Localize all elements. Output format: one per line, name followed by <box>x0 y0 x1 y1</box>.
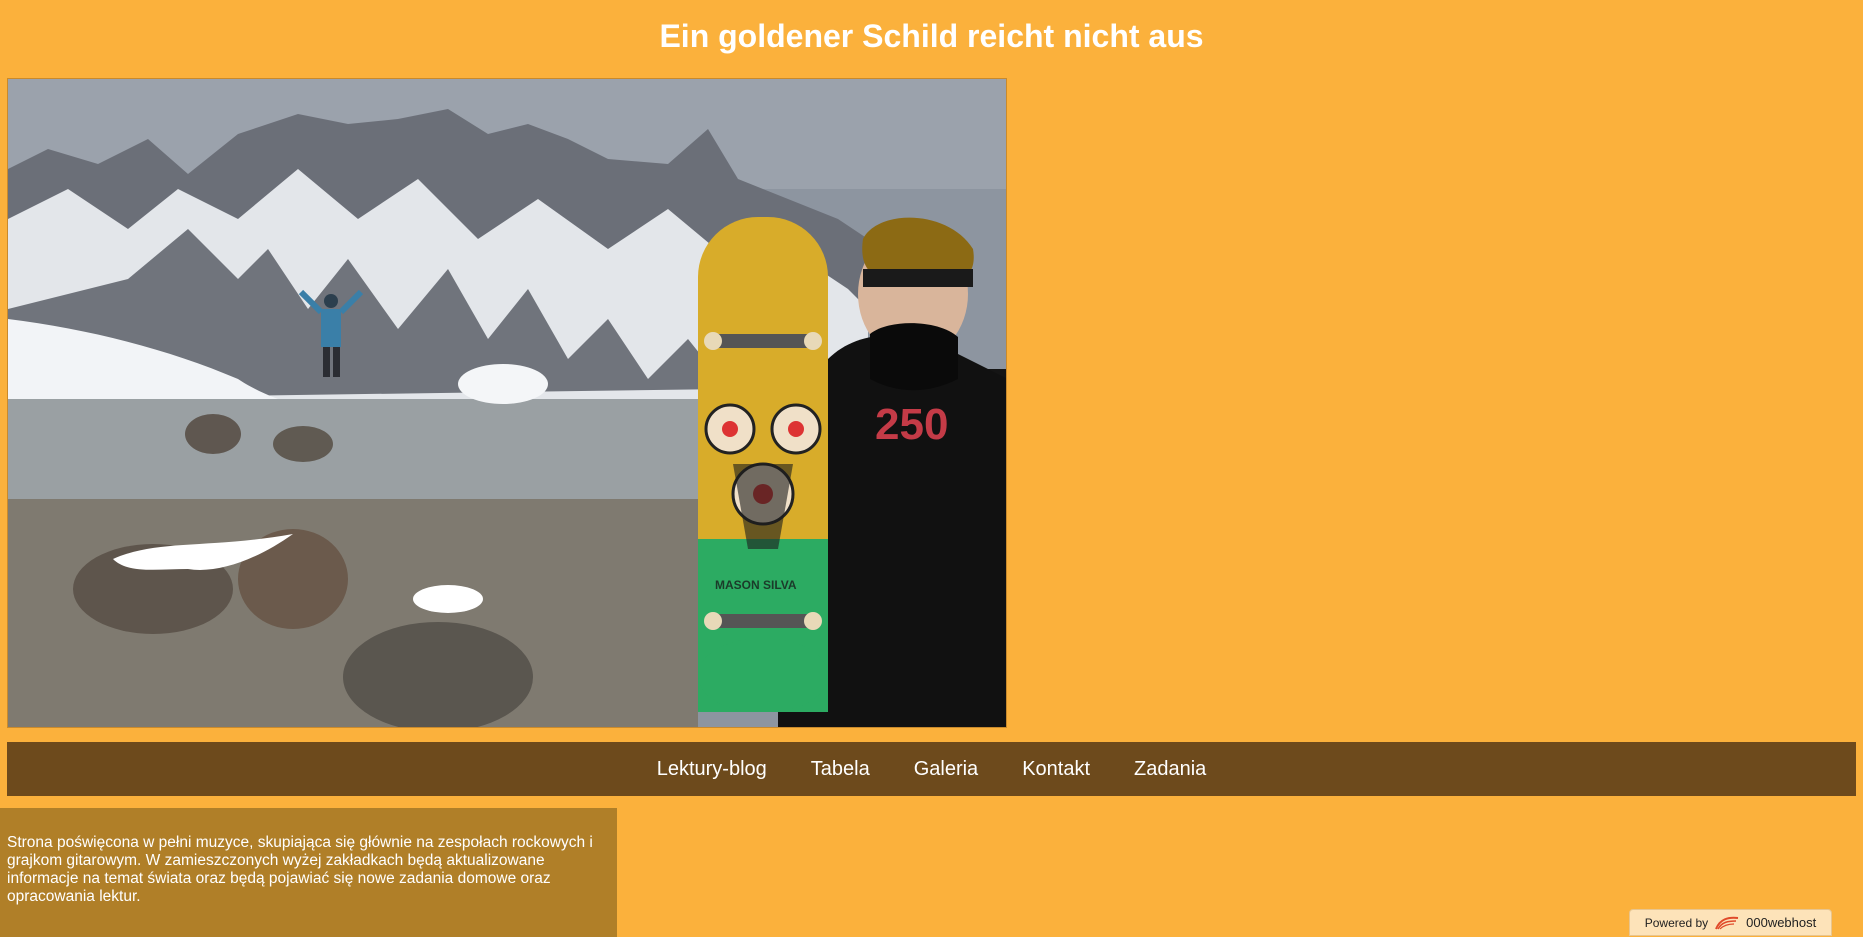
nav-link-tabela[interactable]: Tabela <box>789 742 892 796</box>
page-title: Ein goldener Schild reicht nicht aus <box>659 18 1204 54</box>
nav-link-kontakt[interactable]: Kontakt <box>1000 742 1112 796</box>
nav-link-galeria[interactable]: Galeria <box>892 742 1000 796</box>
nav-link-lektury-blog[interactable]: Lektury-blog <box>635 742 789 796</box>
powered-by-brand: 000webhost <box>1746 915 1817 930</box>
powered-by-label: Powered by <box>1644 915 1709 930</box>
webhost-logo-icon <box>1715 916 1739 929</box>
powered-by-badge[interactable]: Powered by 000webhost <box>1629 909 1832 936</box>
about-text: Strona poświęcona w pełni muzyce, skupia… <box>7 834 593 905</box>
hero-image: 250 MASON SILVA <box>7 78 1007 728</box>
hoodie-text: 250 <box>875 400 948 449</box>
hero-image-illustration: 250 MASON SILVA <box>8 79 1006 727</box>
deck-text: MASON SILVA <box>715 578 797 592</box>
about-section: Strona poświęcona w pełni muzyce, skupia… <box>0 808 617 937</box>
main-nav: Lektury-blog Tabela Galeria Kontakt Zada… <box>7 742 1856 796</box>
nav-link-zadania[interactable]: Zadania <box>1112 742 1228 796</box>
